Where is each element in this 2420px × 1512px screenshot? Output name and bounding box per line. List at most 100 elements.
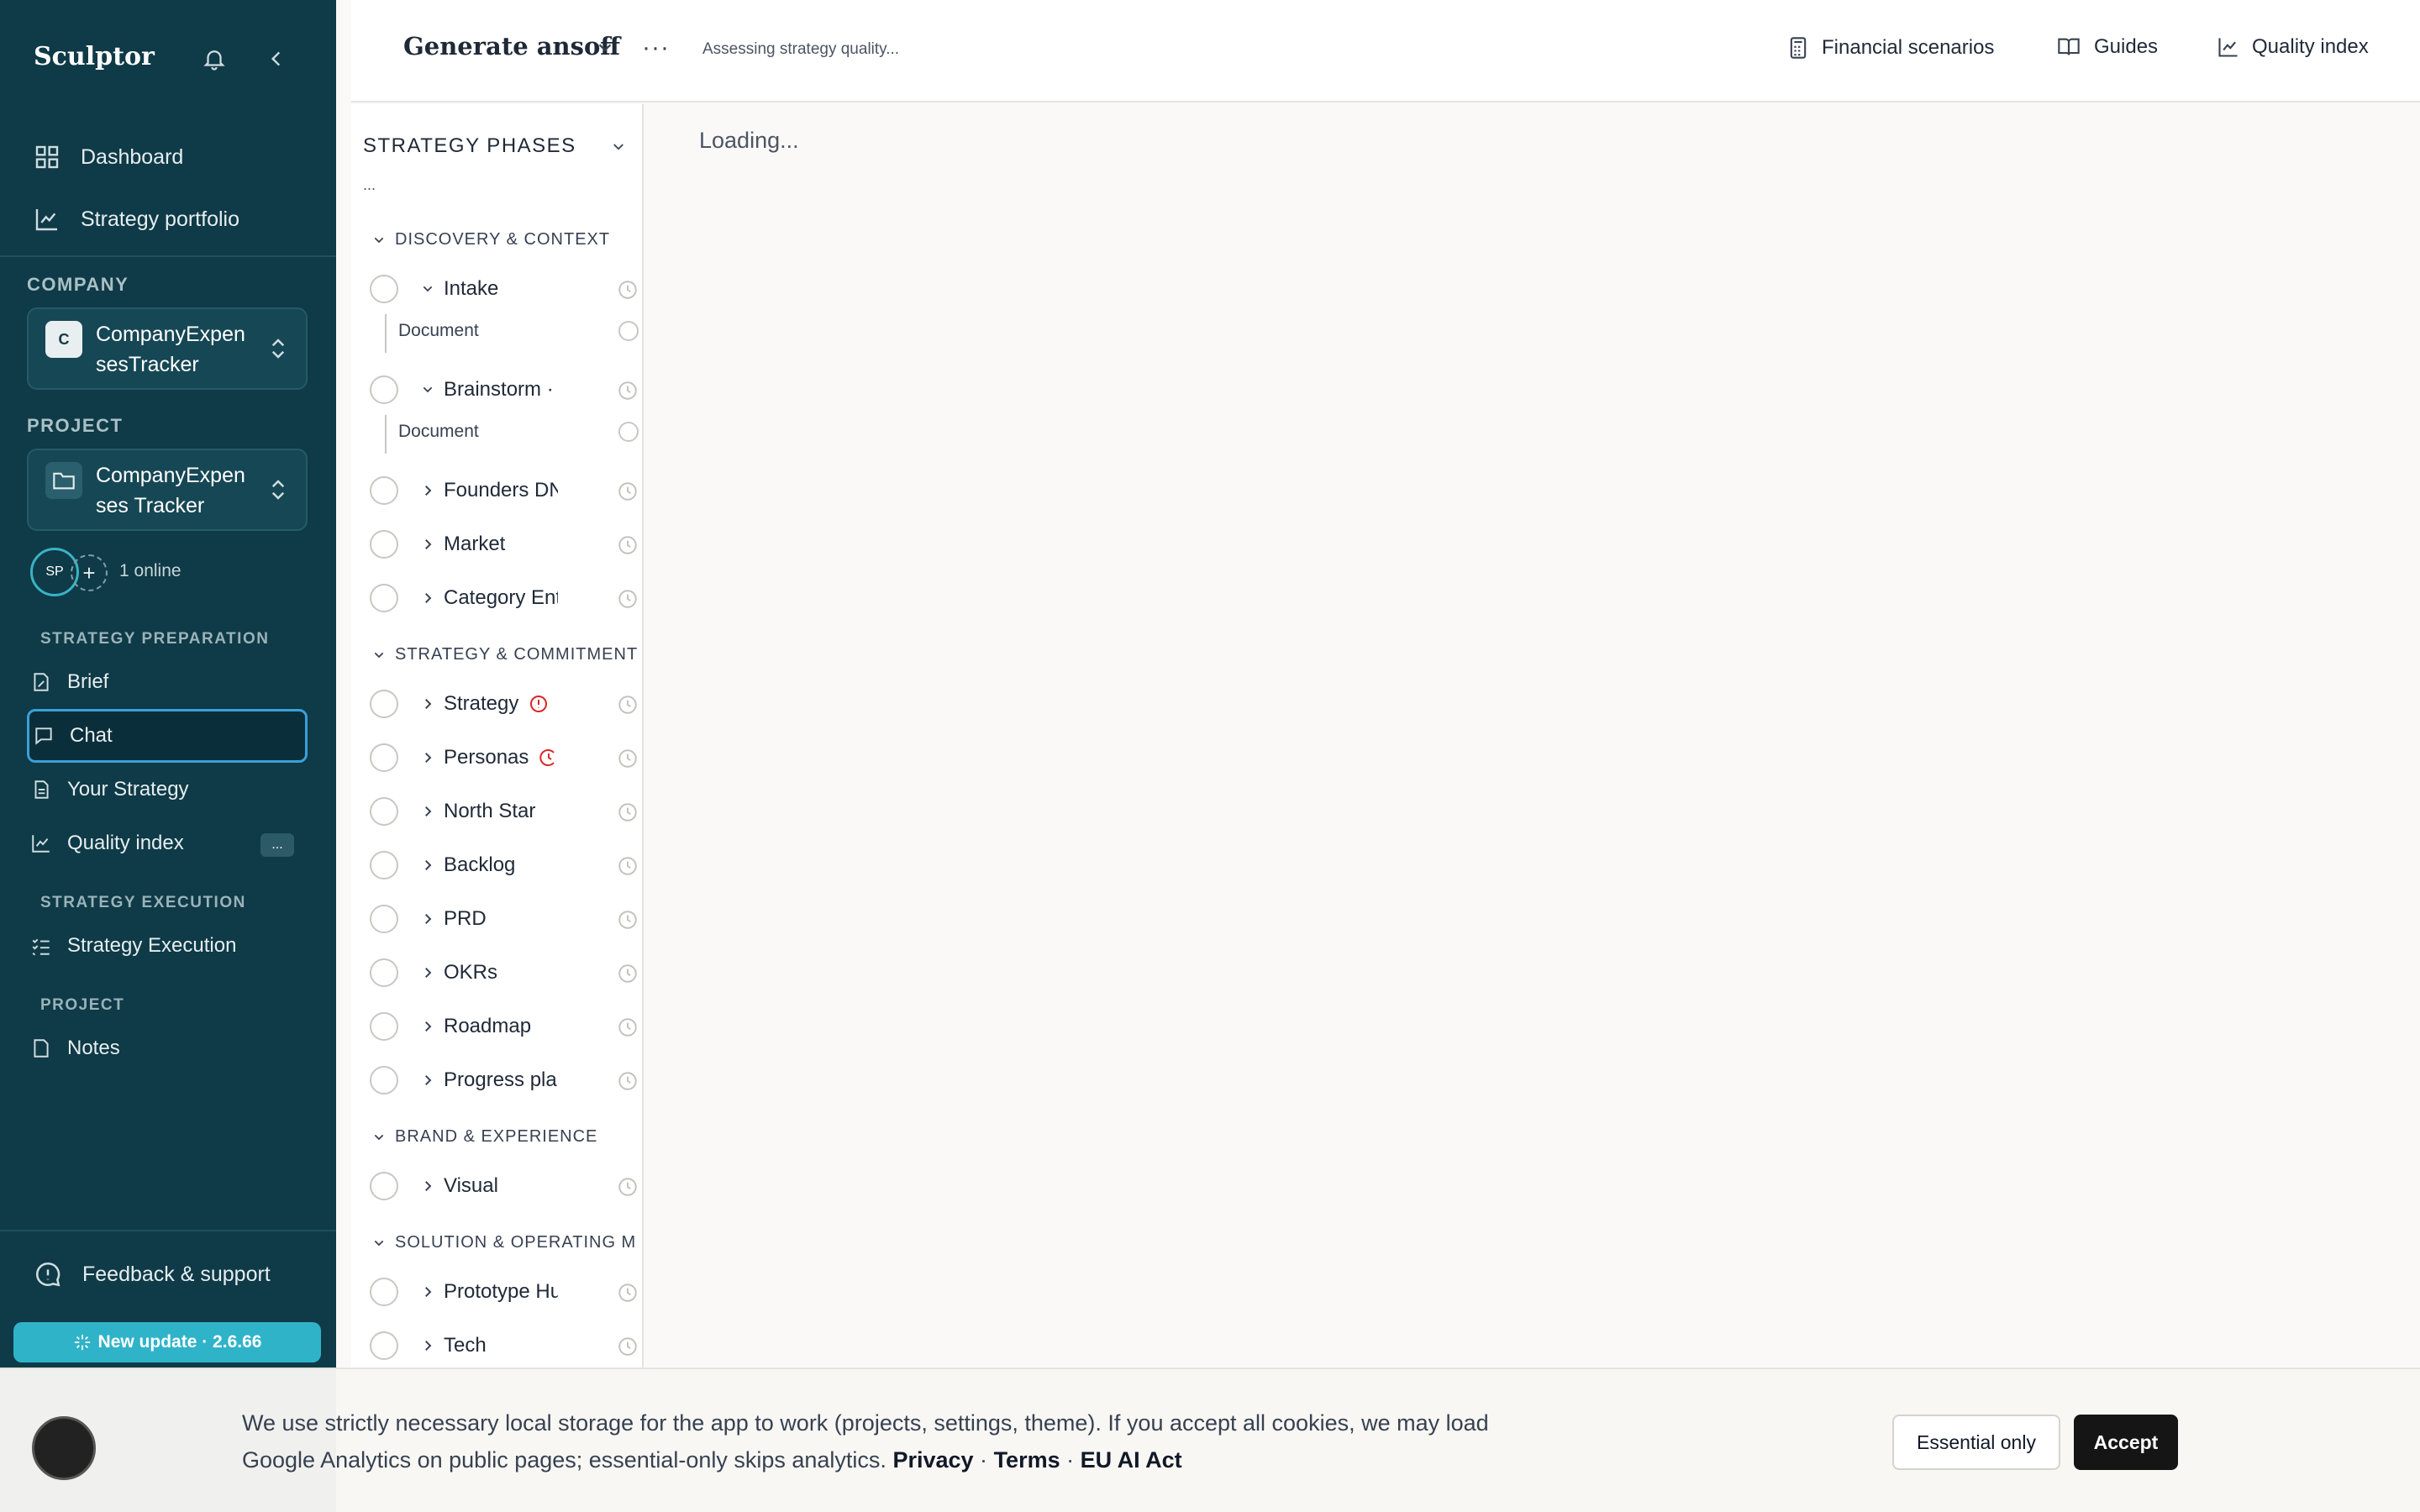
phase-item-north-star[interactable]: North Star (370, 793, 639, 830)
phase-item-market[interactable]: Market (370, 526, 639, 563)
chevron-down-icon[interactable] (610, 139, 627, 159)
nav-quality-index[interactable]: Quality index ... (27, 816, 308, 870)
phase-item-prd[interactable]: PRD (370, 900, 639, 937)
feedback-support-link[interactable]: Feedback & support (34, 1260, 271, 1289)
phase-label: Category Entry (444, 586, 558, 609)
chevron-right-icon (425, 860, 432, 870)
group-label: SOLUTION & OPERATING MODEL (395, 1233, 637, 1252)
clock-icon (618, 911, 637, 929)
status-ring[interactable] (370, 584, 398, 612)
phase-item-tech[interactable]: Tech (370, 1327, 639, 1364)
status-ring[interactable] (370, 1012, 398, 1041)
phase-label: Visual (444, 1174, 498, 1197)
chevron-down-icon (374, 652, 384, 658)
chart-line-icon (2218, 38, 2238, 57)
status-ring[interactable] (370, 690, 398, 718)
phase-item-backlog[interactable]: Backlog (370, 847, 639, 884)
status-ring[interactable] (370, 797, 398, 826)
status-ring[interactable] (370, 958, 398, 987)
phase-label: North Star (444, 800, 536, 822)
privacy-link[interactable]: Privacy (892, 1447, 973, 1473)
status-ring[interactable] (370, 743, 398, 772)
group-brand-experience[interactable]: BRAND & EXPERIENCE (371, 1127, 637, 1147)
status-ring[interactable] (370, 851, 398, 879)
group-strategy-commitments[interactable]: STRATEGY & COMMITMENTS (371, 645, 637, 664)
phase-item-personas[interactable]: Personas (370, 739, 639, 776)
eu-ai-act-link[interactable]: EU AI Act (1081, 1447, 1182, 1473)
nav-dashboard[interactable]: Dashboard (0, 126, 336, 188)
quality-index-link[interactable]: Quality index (2217, 35, 2369, 59)
status-ring[interactable] (370, 1331, 398, 1360)
grid-icon (35, 145, 59, 169)
new-update-button[interactable]: New update · 2.6.66 (13, 1322, 321, 1362)
chevron-right-icon (425, 699, 432, 709)
bell-icon[interactable] (202, 45, 227, 76)
clock-icon (618, 1284, 637, 1302)
chevron-right-icon (425, 753, 432, 763)
clock-icon (618, 590, 637, 608)
nav-chat-label: Chat (70, 724, 113, 747)
status-ring[interactable] (370, 530, 398, 559)
status-ring[interactable] (370, 1172, 398, 1200)
chevron-down-icon[interactable] (595, 39, 615, 61)
phase-item-okrs[interactable]: OKRs (370, 954, 639, 991)
financial-scenarios-link[interactable]: Financial scenarios (1786, 35, 1994, 60)
phase-item-progress-plan[interactable]: Progress plan (370, 1062, 639, 1099)
strategy-execution-label: STRATEGY EXECUTION (40, 894, 246, 911)
phase-item-strategy[interactable]: Strategy (370, 685, 639, 722)
chevron-right-icon (425, 1181, 432, 1191)
primary-nav: Dashboard Strategy portfolio (0, 126, 336, 250)
collapse-sidebar-icon[interactable] (266, 47, 287, 75)
new-update-label: New update · 2.6.66 (97, 1332, 262, 1352)
chevron-right-icon (425, 806, 432, 816)
nav-brief-label: Brief (67, 670, 109, 693)
nav-strategy-execution[interactable]: Strategy Execution (27, 919, 308, 973)
nav-your-strategy[interactable]: Your Strategy (27, 763, 308, 816)
more-options-button[interactable]: ··· (642, 34, 670, 62)
nav-chat[interactable]: Chat (27, 709, 308, 763)
nav-brief[interactable]: Brief (27, 655, 308, 709)
phase-item-roadmap[interactable]: Roadmap (370, 1008, 639, 1045)
document-row[interactable]: Document (385, 314, 639, 353)
add-collaborator-button[interactable]: + (71, 554, 108, 591)
status-ring[interactable] (370, 476, 398, 505)
status-ring[interactable] (370, 275, 398, 303)
phase-item-founders-dna[interactable]: Founders DNA (370, 472, 639, 509)
essential-only-button[interactable]: Essential only (1892, 1415, 2060, 1470)
status-ring[interactable] (370, 905, 398, 933)
assistant-avatar[interactable] (32, 1416, 96, 1480)
chevron-right-icon (425, 539, 432, 549)
link-separator: · (1066, 1447, 1075, 1473)
status-ring[interactable] (370, 1066, 398, 1095)
nav-strategy-portfolio[interactable]: Strategy portfolio (0, 188, 336, 250)
strategy-preparation-label: STRATEGY PREPARATION (40, 630, 270, 648)
phase-item-prototype-hub[interactable]: Prototype Hub (370, 1273, 639, 1310)
project-name: CompanyExpenses Tracker (96, 464, 245, 517)
checklist-icon (32, 938, 50, 956)
company-selector[interactable]: C CompanyExpensesTracker (27, 307, 308, 390)
guides-link[interactable]: Guides (2055, 35, 2158, 59)
page-title[interactable]: Generate ansoff (403, 32, 620, 60)
phase-item-category-entry[interactable]: Category Entry (370, 580, 639, 617)
nav-notes[interactable]: Notes (27, 1021, 308, 1075)
phase-item-brainstorm[interactable]: Brainstorm · (370, 371, 639, 408)
status-ring[interactable] (370, 1278, 398, 1306)
clock-icon (618, 1337, 637, 1356)
phase-item-intake[interactable]: Intake (370, 270, 639, 307)
feedback-label: Feedback & support (82, 1262, 271, 1286)
group-solution-operating-model[interactable]: SOLUTION & OPERATING MODEL (371, 1233, 637, 1252)
status-ring (618, 422, 639, 442)
accept-button[interactable]: Accept (2074, 1415, 2178, 1470)
phase-item-visual[interactable]: Visual (370, 1168, 639, 1205)
cookie-text: We use strictly necessary local storage … (242, 1404, 1536, 1478)
guides-label: Guides (2094, 35, 2159, 58)
group-discovery-context[interactable]: DISCOVERY & CONTEXT (371, 230, 637, 249)
chart-line-icon (32, 835, 50, 853)
project-selector[interactable]: CompanyExpenses Tracker (27, 449, 308, 531)
financial-scenarios-label: Financial scenarios (1822, 36, 1995, 59)
status-ring[interactable] (370, 375, 398, 404)
document-row[interactable]: Document (385, 415, 639, 454)
book-icon (2058, 38, 2080, 55)
terms-link[interactable]: Terms (994, 1447, 1060, 1473)
clock-icon (618, 803, 637, 822)
